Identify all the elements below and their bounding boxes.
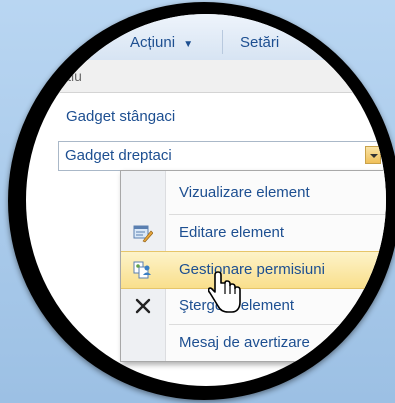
chevron-down-icon: ▼ (183, 39, 194, 50)
magnified-view: Acțiuni ▼ Setări Titlu Gadget stângaci G… (26, 14, 386, 386)
delete-icon (133, 296, 153, 316)
selected-item-row[interactable]: Gadget dreptaci (58, 141, 386, 171)
item-context-menu: Vizualizare element Editare element Gest… (120, 170, 386, 362)
menu-item-view[interactable]: Vizualizare element (121, 175, 386, 211)
toolbar-divider (222, 30, 223, 54)
menu-item-view-label: Vizualizare element (179, 184, 310, 201)
menu-item-edit[interactable]: Editare element (121, 215, 386, 251)
settings-label: Setări (240, 34, 280, 51)
list-item[interactable]: Gadget stângaci (66, 108, 175, 125)
edit-menu-dropdown-icon[interactable] (365, 146, 381, 164)
actions-menu[interactable]: Acțiuni ▼ (130, 34, 193, 51)
menu-item-delete[interactable]: Ştergere element (121, 288, 386, 324)
permissions-icon (133, 260, 153, 280)
menu-item-manage-permissions[interactable]: Gestionare permisiuni (121, 251, 386, 289)
edit-item-icon (133, 223, 154, 243)
settings-menu[interactable]: Setări (240, 34, 279, 51)
list-toolbar: Acțiuni ▼ Setări (26, 14, 386, 61)
magnifier-frame: Acțiuni ▼ Setări Titlu Gadget stângaci G… (8, 2, 395, 400)
menu-item-alert-label: Mesaj de avertizare (179, 334, 310, 351)
hand-pointer-cursor-icon (207, 270, 242, 314)
title-column-header[interactable]: Titlu (56, 68, 82, 84)
column-header-row: Titlu (26, 60, 386, 93)
actions-label: Acțiuni (130, 34, 176, 51)
menu-item-manage-permissions-label: Gestionare permisiuni (179, 261, 325, 278)
menu-item-alert[interactable]: Mesaj de avertizare (121, 325, 386, 361)
menu-item-edit-label: Editare element (179, 224, 285, 241)
selected-item-label: Gadget dreptaci (65, 147, 172, 164)
sharepoint-list-view: Acțiuni ▼ Setări Titlu Gadget stângaci G… (26, 14, 386, 386)
